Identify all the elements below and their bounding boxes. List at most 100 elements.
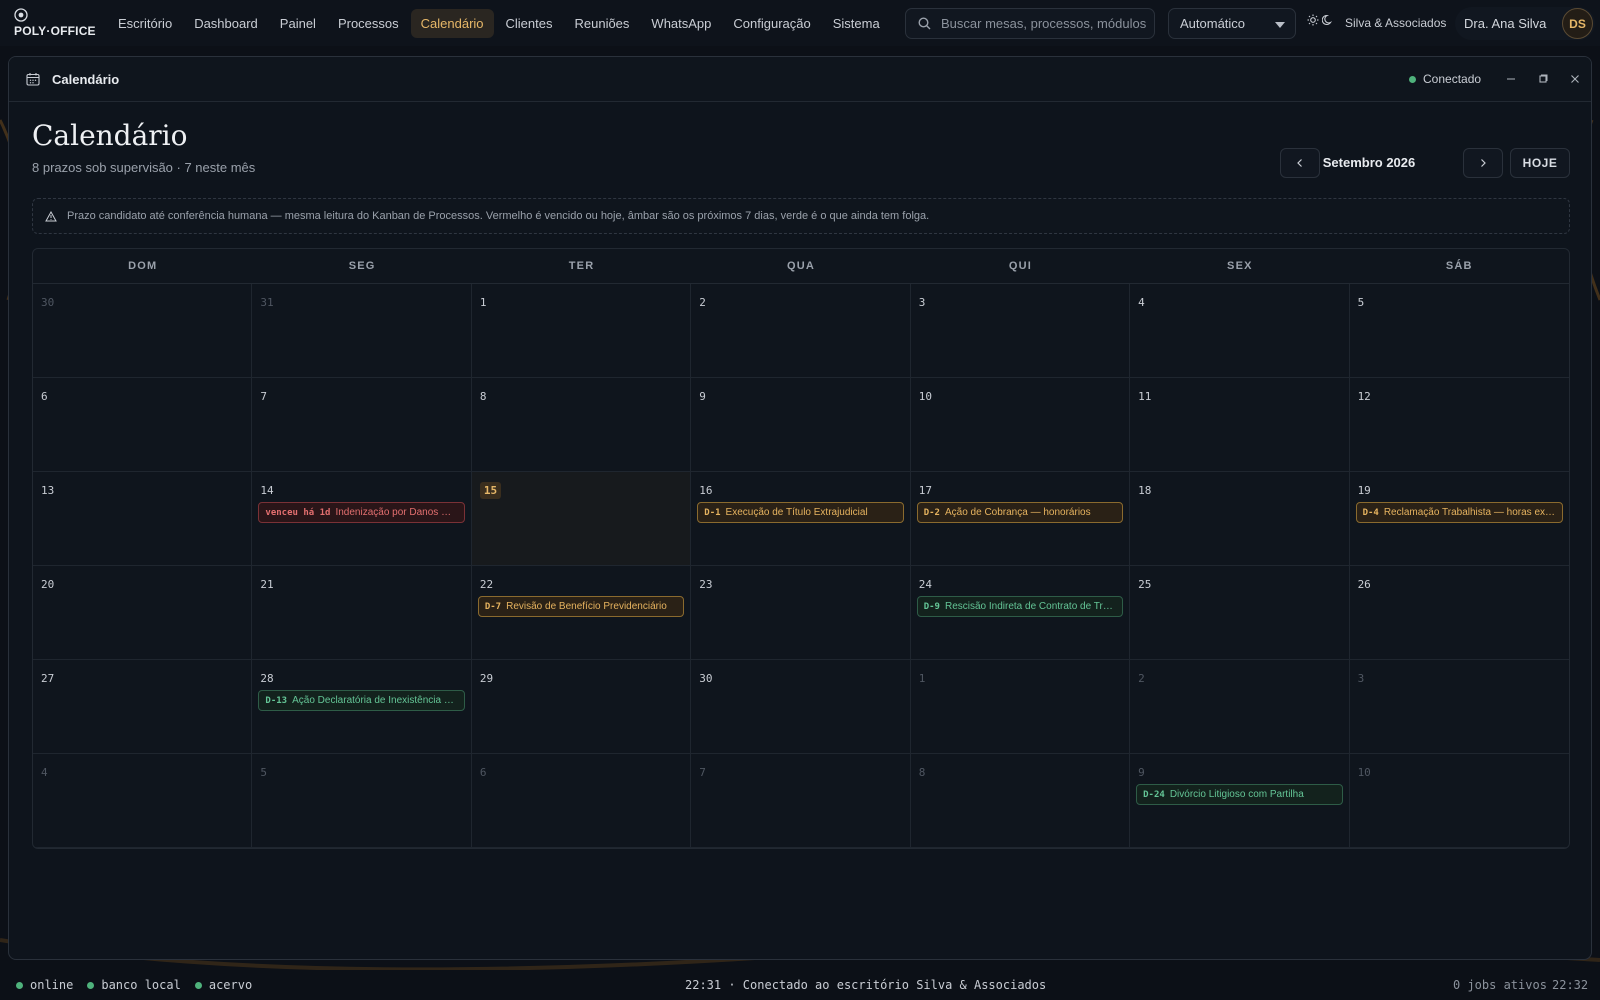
day-cell[interactable]: 6: [33, 378, 253, 472]
deadline-tag: D-24: [1143, 789, 1165, 800]
day-cell[interactable]: 8: [910, 754, 1131, 848]
day-cell[interactable]: 12: [1349, 378, 1569, 472]
day-number: 26: [1357, 578, 1371, 591]
mode-select[interactable]: Automático: [1168, 8, 1296, 39]
nav-item-clientes[interactable]: Clientes: [496, 9, 563, 38]
minimize-icon[interactable]: [1503, 71, 1519, 87]
nav-item-dashboard[interactable]: Dashboard: [184, 9, 268, 38]
day-number: 24: [918, 578, 932, 591]
deadline-tag: D-2: [923, 507, 940, 518]
day-cell[interactable]: 25: [1130, 566, 1350, 660]
day-cell[interactable]: 27: [33, 660, 253, 754]
status-dot: [194, 981, 202, 989]
close-icon[interactable]: [1567, 71, 1583, 87]
day-cell[interactable]: 8: [471, 378, 692, 472]
day-cell[interactable]: 31: [252, 284, 472, 378]
day-number: 20: [41, 578, 55, 591]
day-number: 22: [479, 578, 494, 591]
deadline-event[interactable]: D-24 Divórcio Litigioso com Partilha: [1136, 784, 1343, 805]
day-cell[interactable]: 30: [691, 660, 911, 754]
day-cell[interactable]: 7: [691, 754, 911, 848]
day-cell[interactable]: 20: [33, 566, 253, 660]
day-cell[interactable]: 26: [1349, 566, 1569, 660]
today-button[interactable]: HOJE: [1510, 148, 1570, 178]
nav-item-calendario[interactable]: Calendário: [410, 8, 494, 38]
deadline-event[interactable]: D-2 Ação de Cobrança — honorários: [916, 502, 1124, 523]
nav-item-escritorio[interactable]: Escritório: [108, 9, 182, 38]
day-cell[interactable]: 16 D-1 Execução de Título Extrajudicial: [691, 472, 911, 566]
deadline-event[interactable]: venceu há 1d Indenização por Danos Morais: [258, 502, 465, 523]
nav-item-painel[interactable]: Painel: [270, 9, 326, 38]
search-box[interactable]: [905, 8, 1155, 39]
day-cell[interactable]: 3: [910, 284, 1131, 378]
deadline-event[interactable]: D-9 Rescisão Indireta de Contrato de Trab…: [916, 596, 1124, 617]
brand-name: POLY·OFFICE: [14, 24, 96, 38]
weekday-label: QUI: [1008, 260, 1032, 272]
day-cell[interactable]: 1: [910, 660, 1131, 754]
search-input[interactable]: [941, 16, 1151, 31]
day-cell[interactable]: 1: [471, 284, 692, 378]
day-cell[interactable]: 4: [1130, 284, 1350, 378]
firm-name[interactable]: Silva & Associados: [1345, 16, 1446, 30]
nav-item-reunioes[interactable]: Reuniões: [564, 9, 639, 38]
next-month-button[interactable]: [1463, 148, 1503, 178]
weekday-label: SEG: [348, 260, 376, 272]
day-number: 3: [918, 296, 926, 309]
day-cell[interactable]: 2: [1130, 660, 1350, 754]
day-cell[interactable]: 5: [252, 754, 472, 848]
day-number: 6: [41, 390, 48, 403]
warning-icon: [45, 210, 57, 221]
deadline-title: Ação de Cobrança — honorários: [944, 507, 1091, 518]
day-cell[interactable]: 19 D-4 Reclamação Trabalhista — horas extr…: [1349, 472, 1569, 566]
nav-item-processos[interactable]: Processos: [328, 9, 409, 38]
day-cell[interactable]: 21: [252, 566, 472, 660]
day-cell[interactable]: 14 venceu há 1d Indenização por Danos Mora…: [252, 472, 472, 566]
day-cell[interactable]: 5: [1349, 284, 1569, 378]
day-cell[interactable]: 9: [691, 378, 911, 472]
day-cell[interactable]: 22 D-7 Revisão de Benefício Previdenciário: [471, 566, 692, 660]
weekday-label: QUA: [786, 260, 816, 272]
day-cell[interactable]: 11: [1130, 378, 1350, 472]
user-menu[interactable]: Dra. Ana Silva DS: [1455, 7, 1595, 40]
deadline-event[interactable]: D-1 Execução de Título Extrajudicial: [697, 502, 904, 523]
day-cell[interactable]: 17 D-2 Ação de Cobrança — honorários: [910, 472, 1131, 566]
deadline-tag: D-4: [1362, 507, 1379, 518]
nav-item-configuracao[interactable]: Configuração: [723, 9, 820, 38]
day-cell[interactable]: 13: [33, 472, 253, 566]
day-cell[interactable]: 3: [1349, 660, 1569, 754]
day-cell[interactable]: 18: [1130, 472, 1350, 566]
day-cell[interactable]: 23: [691, 566, 911, 660]
day-cell[interactable]: 4: [33, 754, 253, 848]
day-cell[interactable]: 9 D-24 Divórcio Litigioso com Partilha: [1130, 754, 1350, 848]
day-cell-today[interactable]: 15: [471, 472, 692, 566]
day-number: 4: [41, 766, 48, 779]
day-cell[interactable]: 24 D-9 Rescisão Indireta de Contrato de Tr…: [910, 566, 1131, 660]
day-cell[interactable]: 6: [471, 754, 692, 848]
day-cell[interactable]: 7: [252, 378, 472, 472]
deadline-title: Divórcio Litigioso com Partilha: [1169, 789, 1304, 800]
day-cell[interactable]: 29: [471, 660, 692, 754]
theme-toggle[interactable]: [1307, 14, 1334, 26]
deadline-title: Reclamação Trabalhista — horas extras: [1383, 507, 1556, 518]
day-cell[interactable]: 10: [1349, 754, 1569, 848]
day-number: 29: [479, 672, 494, 685]
day-cell[interactable]: 28 D-13 Ação Declaratória de Inexistência …: [252, 660, 472, 754]
maximize-icon[interactable]: [1535, 71, 1551, 87]
brand[interactable]: POLY·OFFICE: [0, 0, 100, 46]
deadline-event[interactable]: D-4 Reclamação Trabalhista — horas extras: [1355, 502, 1563, 523]
day-number: 17: [918, 484, 932, 497]
search-icon: [918, 17, 931, 30]
banner-text: Prazo candidato até conferência humana —…: [67, 210, 930, 222]
day-cell[interactable]: 2: [691, 284, 911, 378]
weekday-label: TER: [568, 260, 595, 272]
deadline-event[interactable]: D-13 Ação Declaratória de Inexistência de…: [258, 690, 465, 711]
nav-item-whatsapp[interactable]: WhatsApp: [641, 9, 721, 38]
day-number: 15: [479, 482, 502, 499]
mode-select-value: Automático: [1180, 16, 1246, 31]
window-titlebar[interactable]: Calendário Conectado: [9, 57, 1591, 102]
day-cell[interactable]: 30: [33, 284, 253, 378]
nav-item-sistema[interactable]: Sistema: [823, 9, 890, 38]
deadline-title: Rescisão Indireta de Contrato de Trabalh…: [944, 601, 1117, 612]
deadline-event[interactable]: D-7 Revisão de Benefício Previdenciário: [477, 596, 685, 617]
day-cell[interactable]: 10: [910, 378, 1131, 472]
